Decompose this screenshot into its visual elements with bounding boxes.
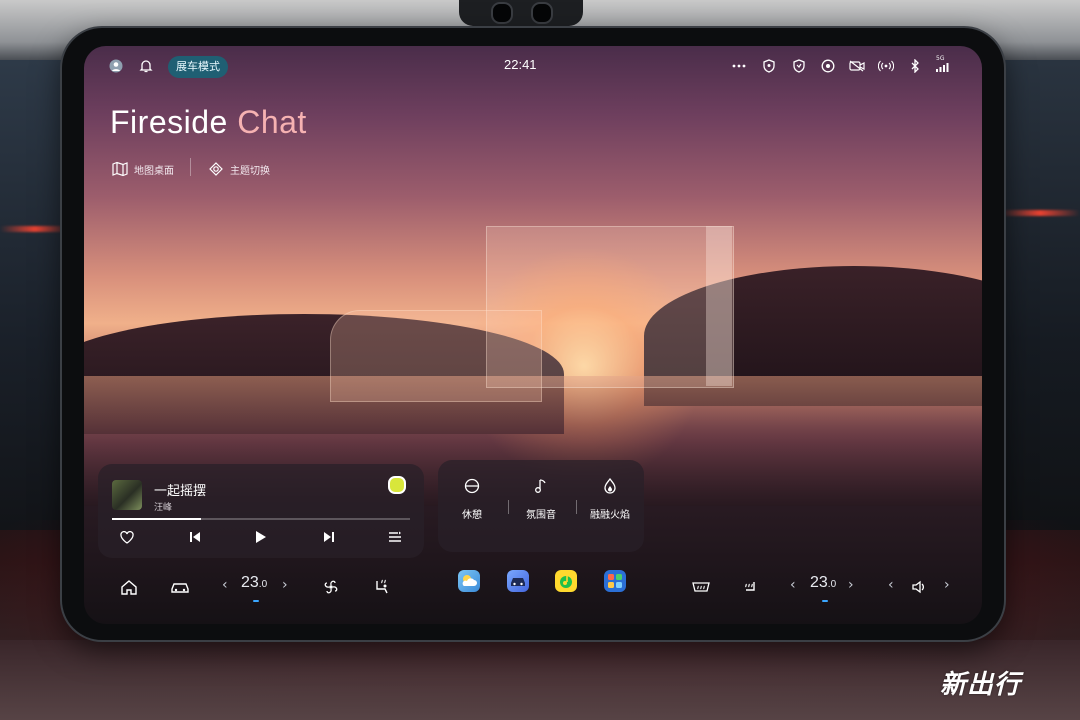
wifi-hotspot-icon[interactable] xyxy=(878,58,894,74)
theme-switch-button[interactable]: 主题切换 xyxy=(208,160,270,178)
left-temp-down-chevron-icon[interactable]: ‹ xyxy=(222,577,228,593)
exhibition-mode-pill[interactable]: 展车模式 xyxy=(168,56,228,78)
scene-ambient-sound-label: 氛围音 xyxy=(526,510,556,521)
seat-heat-icon[interactable] xyxy=(740,576,762,598)
theme-title-main: Fireside xyxy=(110,104,228,140)
navigation-icon[interactable] xyxy=(820,58,836,74)
car-icon[interactable] xyxy=(169,576,191,598)
camera-lens xyxy=(491,2,513,24)
wallpaper-glass-edge xyxy=(706,226,732,386)
music-card[interactable]: 一起摇摆 汪峰 xyxy=(98,464,424,558)
play-icon[interactable] xyxy=(252,528,270,546)
left-temp-value: 23 xyxy=(241,574,259,591)
ambient-light-strip xyxy=(1000,210,1080,216)
signal-5g-icon: 5G xyxy=(934,55,950,74)
rest-icon xyxy=(464,478,480,494)
music-note-icon xyxy=(535,479,546,493)
song-title: 一起摇摆 xyxy=(154,484,207,499)
scene-rest-label: 休憩 xyxy=(462,510,482,521)
left-temperature[interactable]: 23.0 xyxy=(241,574,267,592)
dashboard-lower xyxy=(0,640,1080,720)
camera-lens xyxy=(531,2,553,24)
right-temp-indicator xyxy=(822,600,828,602)
qq-music-badge-icon xyxy=(388,476,406,494)
right-temp-value: 23 xyxy=(810,574,828,591)
weather-app-icon[interactable] xyxy=(458,570,480,592)
scene-card: 休憩 氛围音 融融火焰 xyxy=(438,460,644,552)
driver-monitor-camera xyxy=(459,0,583,26)
status-bar: 展车模式 22:41 5G xyxy=(84,46,982,86)
watermark-logo: 新出行 xyxy=(940,670,1022,700)
qq-music-app-icon[interactable] xyxy=(555,570,577,592)
volume-up-chevron-icon[interactable]: › xyxy=(944,577,950,593)
flame-icon xyxy=(604,478,616,494)
heart-icon[interactable] xyxy=(118,528,136,546)
map-icon xyxy=(112,161,128,177)
scene-rest-button[interactable]: 休憩 xyxy=(442,476,502,521)
scene-divider xyxy=(508,500,509,514)
bluetooth-icon[interactable] xyxy=(907,58,923,74)
right-temp-up-chevron-icon[interactable]: › xyxy=(848,577,854,593)
center-display: 展车模式 22:41 5G Fireside Chat 地图桌面 主题切换 一起… xyxy=(84,46,982,624)
volume-icon[interactable] xyxy=(908,576,930,598)
scene-flame-button[interactable]: 融融火焰 xyxy=(580,476,640,521)
previous-icon[interactable] xyxy=(186,528,204,546)
quick-divider xyxy=(190,158,191,176)
playback-progress[interactable] xyxy=(112,518,410,520)
app-grid-app-icon[interactable] xyxy=(604,570,626,592)
wallpaper-glass-curve xyxy=(330,310,542,402)
theme-title: Fireside Chat xyxy=(110,104,307,141)
theme-switch-label: 主题切换 xyxy=(230,165,270,177)
theme-switch-icon xyxy=(209,162,223,176)
signal-label: 5G xyxy=(936,55,945,62)
ambient-light-strip xyxy=(0,226,70,232)
map-desktop-label: 地图桌面 xyxy=(134,165,174,177)
car-app-icon[interactable] xyxy=(507,570,529,592)
playback-progress-fill xyxy=(112,518,202,520)
volume-down-chevron-icon[interactable]: ‹ xyxy=(888,577,894,593)
left-temp-decimal: .0 xyxy=(258,579,268,590)
rear-defrost-icon[interactable] xyxy=(690,576,712,598)
camera-off-icon[interactable] xyxy=(849,58,865,74)
left-temp-up-chevron-icon[interactable]: › xyxy=(282,577,288,593)
right-temp-decimal: .0 xyxy=(827,579,837,590)
artist-name: 汪峰 xyxy=(154,503,173,513)
scene-ambient-sound-button[interactable]: 氛围音 xyxy=(511,476,571,521)
bell-icon[interactable] xyxy=(138,58,154,74)
avatar-icon[interactable] xyxy=(108,58,124,74)
shield-icon[interactable] xyxy=(761,58,777,74)
scene-flame-label: 融融火焰 xyxy=(590,510,630,521)
next-icon[interactable] xyxy=(320,528,338,546)
more-icon[interactable] xyxy=(731,58,747,74)
right-temp-down-chevron-icon[interactable]: ‹ xyxy=(790,577,796,593)
map-desktop-button[interactable]: 地图桌面 xyxy=(112,160,174,178)
album-cover[interactable] xyxy=(112,480,142,510)
fan-icon[interactable] xyxy=(320,576,342,598)
sentry-icon[interactable] xyxy=(791,58,807,74)
theme-title-accent: Chat xyxy=(237,104,307,140)
playlist-icon[interactable] xyxy=(386,528,404,546)
left-temp-indicator xyxy=(253,600,259,602)
seat-heat-icon[interactable] xyxy=(371,576,393,598)
right-temperature[interactable]: 23.0 xyxy=(810,574,836,592)
scene-divider xyxy=(576,500,577,514)
home-icon[interactable] xyxy=(118,576,140,598)
status-clock: 22:41 xyxy=(504,57,537,72)
